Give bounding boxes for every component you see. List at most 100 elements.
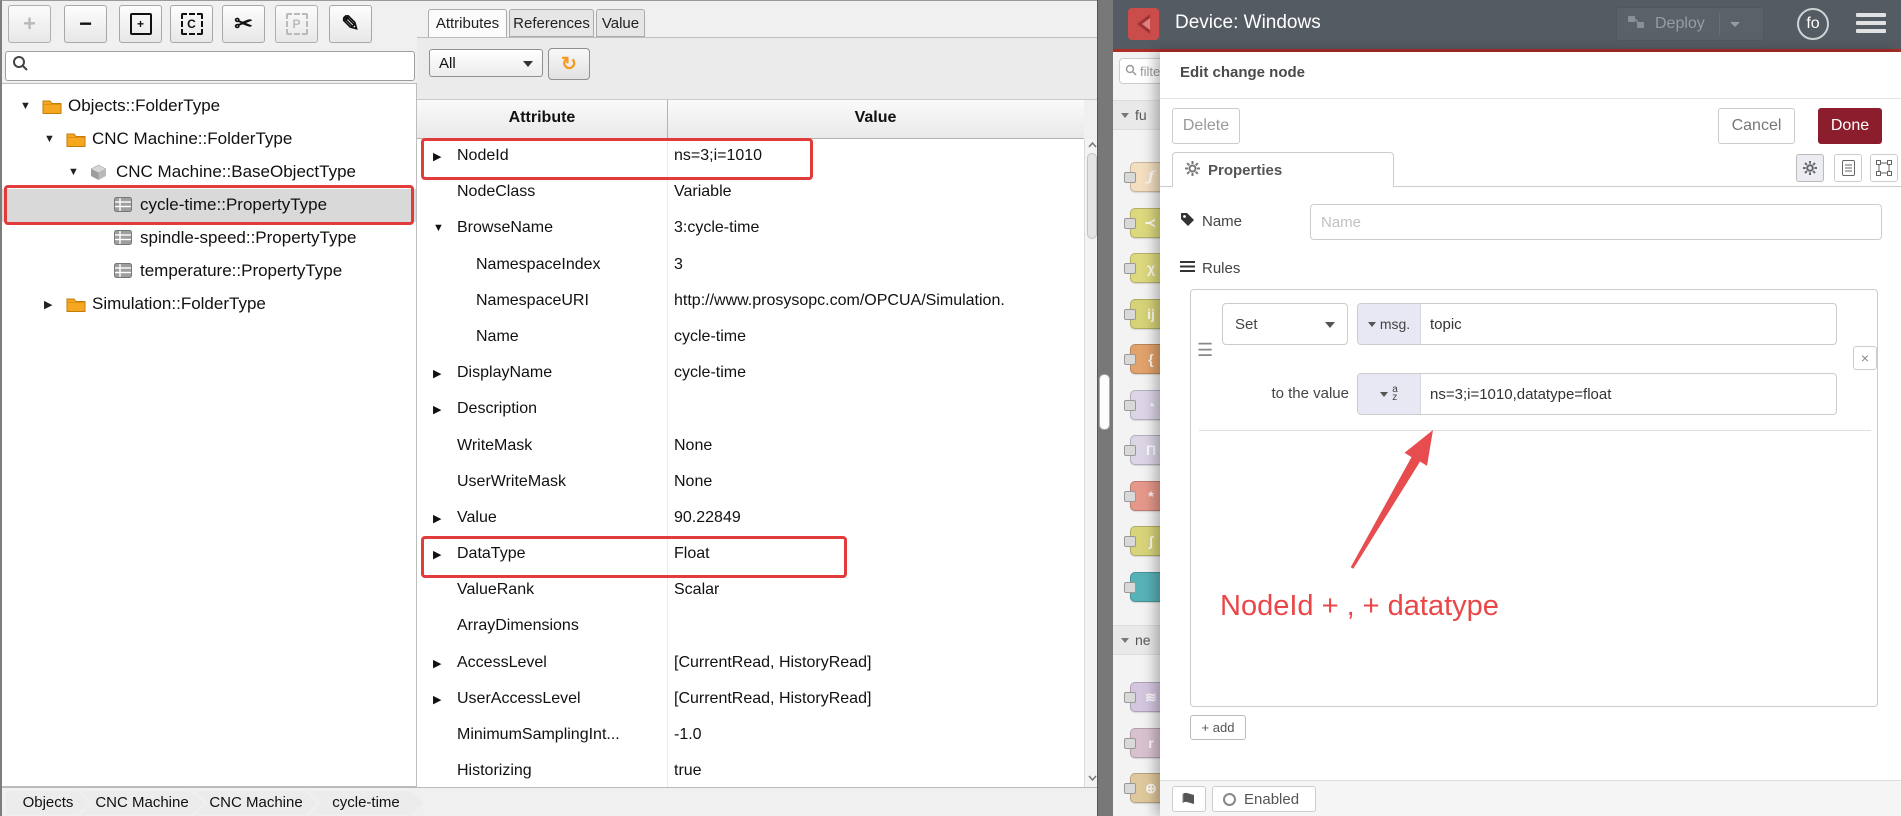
enabled-label: Enabled <box>1244 790 1300 808</box>
tree-item-simulation-foldertype[interactable]: ▶ Simulation::FolderType <box>2 288 416 321</box>
breadcrumb-tab-cnc-machine[interactable]: CNC Machine <box>80 791 204 815</box>
palette-category-ne[interactable]: ne <box>1113 625 1160 655</box>
table-row[interactable]: NamespaceURI http://www.prosysopc.com/OPC… <box>417 283 1084 320</box>
table-row[interactable]: ▶ Description <box>417 392 1084 429</box>
table-row[interactable]: MinimumSamplingInt... -1.0 <box>417 718 1084 755</box>
rule-property-input[interactable] <box>1421 304 1836 344</box>
tree-item-cnc-machine-foldertype[interactable]: ▼ CNC Machine::FolderType <box>2 123 416 156</box>
page-title: Device: Windows <box>1175 12 1321 33</box>
cut-button[interactable]: ✂ <box>222 5 265 43</box>
table-row[interactable]: ▶ Value 90.22849 <box>417 500 1084 538</box>
expander-closed-icon[interactable]: ▶ <box>433 657 441 670</box>
table-row[interactable]: ▶ UserAccessLevel [CurrentRead, HistoryRea… <box>417 681 1084 718</box>
tree-item-temperature-propertytype[interactable]: temperature::PropertyType <box>2 255 416 288</box>
cut-icon: ✂ <box>234 11 253 36</box>
tab-properties[interactable]: Properties <box>1172 152 1394 187</box>
delete-button[interactable]: Delete <box>1172 108 1240 144</box>
expander-open-icon[interactable]: ▼ <box>433 222 444 234</box>
table-row[interactable]: Name cycle-time <box>417 319 1084 357</box>
tree-search-box[interactable] <box>5 51 415 81</box>
done-button[interactable]: Done <box>1818 108 1882 144</box>
msg-type-chip[interactable]: msg. <box>1358 304 1421 344</box>
docs-book-button[interactable] <box>1172 786 1206 812</box>
remove-rule-button[interactable]: × <box>1853 346 1877 370</box>
expander-closed-icon[interactable]: ▶ <box>433 367 441 380</box>
breadcrumb-tab-cnc-machine[interactable]: CNC Machine <box>194 791 318 815</box>
table-row[interactable]: UserWriteMask None <box>417 464 1084 501</box>
edit-button[interactable]: ✎ <box>329 5 372 43</box>
breadcrumb-tab-objects[interactable]: Objects <box>6 791 90 815</box>
node-port <box>1124 308 1136 320</box>
expander-closed-icon[interactable]: ▶ <box>433 548 441 561</box>
table-row[interactable]: ▶ DisplayName cycle-time <box>417 356 1084 393</box>
enabled-toggle-button[interactable]: Enabled <box>1212 786 1316 812</box>
palette-search-box[interactable]: filte <box>1119 58 1160 84</box>
attribute-name: ArrayDimensions <box>457 617 579 635</box>
properties-gear-button[interactable] <box>1796 154 1824 182</box>
expander-open-icon[interactable]: ▼ <box>68 166 79 178</box>
rules-section-label: Rules <box>1180 260 1240 277</box>
expander-closed-icon[interactable]: ▶ <box>44 298 52 311</box>
tree-item-objects-foldertype[interactable]: ▼ Objects::FolderType <box>2 90 416 123</box>
table-row[interactable]: WriteMask None <box>417 428 1084 465</box>
cancel-button[interactable]: Cancel <box>1718 108 1795 144</box>
add-rule-button[interactable]: + add <box>1190 715 1246 740</box>
string-type-chip[interactable]: a z <box>1358 374 1421 414</box>
expander-closed-icon[interactable]: ▶ <box>433 150 441 163</box>
duplicate-button[interactable]: + <box>119 5 162 43</box>
msg-prefix-label: msg. <box>1379 316 1411 332</box>
menu-icon[interactable] <box>1856 13 1886 36</box>
chevron-down-icon <box>1325 322 1335 328</box>
table-row[interactable]: ValueRank Scalar <box>417 573 1084 610</box>
name-input[interactable] <box>1310 204 1882 240</box>
rule-value-input[interactable] <box>1421 374 1836 414</box>
switch-node-icon: Y <box>1143 217 1159 228</box>
tree-item-cnc-machine-baseobjecttype[interactable]: ▼ CNC Machine::BaseObjectType <box>2 156 416 189</box>
appearance-button[interactable] <box>1870 154 1898 182</box>
table-row[interactable]: ▶ DataType Float <box>417 537 1084 574</box>
exec-node-icon: * <box>1148 487 1154 504</box>
table-row[interactable]: ▼ BrowseName 3:cycle-time <box>417 211 1084 248</box>
expander-open-icon[interactable]: ▼ <box>20 100 31 112</box>
expander-closed-icon[interactable]: ▶ <box>433 512 441 525</box>
tab-references[interactable]: References <box>509 9 594 37</box>
copy-button[interactable]: C <box>170 5 213 43</box>
remove-button[interactable]: − <box>64 5 107 43</box>
palette-category-fu[interactable]: fu <box>1113 100 1160 130</box>
expander-closed-icon[interactable]: ▶ <box>433 403 441 416</box>
separator-scroll-thumb[interactable] <box>1099 374 1110 430</box>
palette-search-placeholder: filte <box>1140 63 1160 79</box>
search-input[interactable] <box>33 56 414 76</box>
deploy-button[interactable]: Deploy <box>1616 7 1764 41</box>
chevron-down-icon[interactable] <box>1729 21 1740 27</box>
attribute-filter-dropdown[interactable]: All <box>429 49 543 77</box>
tab-attributes[interactable]: Attributes <box>428 9 507 38</box>
attributes-panel: Attributes References Value All ↻ Attribut… <box>417 1 1099 791</box>
breadcrumb-tab-cycle-time[interactable]: cycle-time <box>308 791 424 815</box>
expander-closed-icon[interactable]: ▶ <box>433 693 441 706</box>
rule-drag-handle[interactable]: ☰ <box>1197 340 1213 361</box>
tree-item-cycle-time-propertytype[interactable]: cycle-time::PropertyType <box>2 189 416 222</box>
user-badge[interactable]: fo <box>1797 8 1829 40</box>
rule-action-select[interactable]: Set <box>1222 303 1348 345</box>
table-row[interactable]: ▶ AccessLevel [CurrentRead, HistoryRead] <box>417 645 1084 682</box>
refresh-button[interactable]: ↻ <box>548 48 590 80</box>
scroll-up-icon[interactable] <box>1088 141 1097 152</box>
table-row[interactable]: ArrayDimensions <box>417 609 1084 646</box>
tab-label: Value <box>601 14 640 32</box>
table-row[interactable]: NodeClass Variable <box>417 175 1084 212</box>
expander-open-icon[interactable]: ▼ <box>44 133 55 145</box>
tab-value[interactable]: Value <box>596 9 645 37</box>
column-divider-light <box>667 681 668 718</box>
scroll-down-icon[interactable] <box>1088 774 1097 785</box>
attribute-table-header: Attribute Value <box>417 100 1084 139</box>
scrollbar-thumb[interactable] <box>1087 153 1097 239</box>
description-doc-button[interactable] <box>1834 154 1862 182</box>
tray-footer: Enabled <box>1160 780 1901 816</box>
attribute-value: None <box>674 436 713 454</box>
table-row[interactable]: Historizing true <box>417 754 1084 791</box>
table-row[interactable]: ▶ NodeId ns=3;i=1010 <box>417 139 1084 176</box>
table-row[interactable]: NamespaceIndex 3 <box>417 247 1084 284</box>
bottom-tab-bar: Objects CNC Machine CNC Machine cycle-time <box>2 787 1099 816</box>
tree-item-spindle-speed-propertytype[interactable]: spindle-speed::PropertyType <box>2 222 416 255</box>
